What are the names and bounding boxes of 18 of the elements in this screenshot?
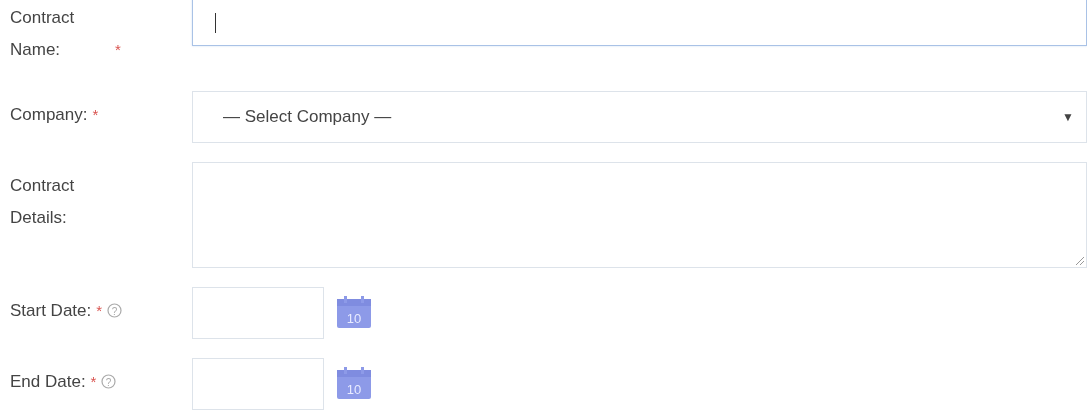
required-mark: * xyxy=(115,41,121,58)
required-mark: * xyxy=(90,373,97,390)
required-mark: * xyxy=(96,302,103,319)
required-mark: * xyxy=(92,106,99,123)
help-icon[interactable]: ? xyxy=(107,303,123,318)
text-area[interactable] xyxy=(192,162,1087,268)
company-dropdown[interactable]: — Select Company — ▼ xyxy=(192,91,1087,143)
resize-grip-icon[interactable] xyxy=(1075,256,1085,266)
field-label: Company: xyxy=(10,104,88,126)
date-field[interactable] xyxy=(192,287,324,339)
help-icon[interactable]: ? xyxy=(101,374,117,389)
field-label: Contract Details: xyxy=(10,175,76,229)
field-label: Contract Name: xyxy=(10,7,76,61)
field-label: End Date: xyxy=(10,371,86,393)
text-field[interactable] xyxy=(192,0,1087,46)
field-label: Start Date: xyxy=(10,300,92,322)
text-cursor xyxy=(215,13,216,33)
date-field[interactable] xyxy=(192,358,324,410)
